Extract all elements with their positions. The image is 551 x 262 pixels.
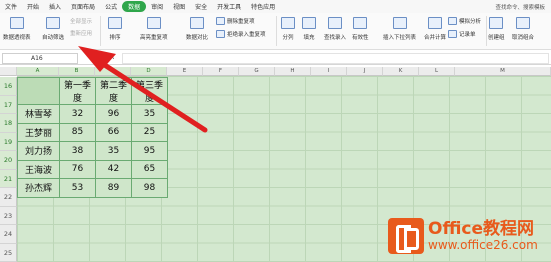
watermark-title: Office教程网 [428, 218, 535, 239]
office-logo-icon [388, 218, 424, 254]
watermark: Office教程网 www.office26.com [388, 210, 551, 262]
watermark-url: www.office26.com [428, 237, 538, 252]
